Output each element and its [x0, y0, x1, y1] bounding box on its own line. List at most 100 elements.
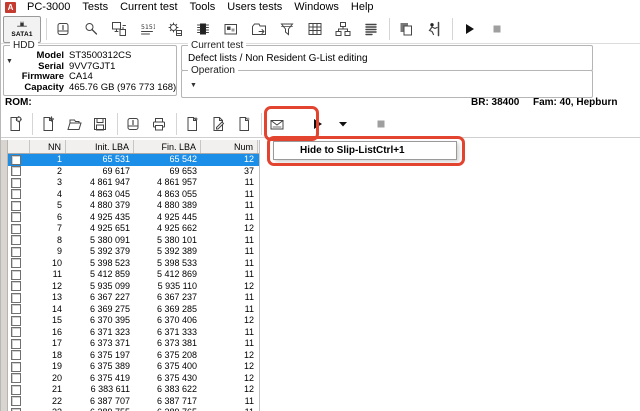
- row-checkbox[interactable]: [11, 396, 21, 406]
- table-row[interactable]: 216 383 6116 383 62212: [8, 384, 259, 396]
- table-row[interactable]: 156 370 3956 370 40612: [8, 315, 259, 327]
- row-checkbox[interactable]: [11, 189, 21, 199]
- table-row[interactable]: 95 392 3795 392 38911: [8, 246, 259, 258]
- table-row[interactable]: 54 880 3794 880 38911: [8, 200, 259, 212]
- table-row[interactable]: 269 61769 65337: [8, 166, 259, 178]
- service-data-button[interactable]: [162, 16, 188, 42]
- row-checkbox[interactable]: [11, 373, 21, 383]
- row-checkbox-cell: [8, 361, 30, 373]
- menu-current-test[interactable]: Current test: [114, 0, 183, 15]
- table-row[interactable]: 165 53165 54212: [8, 154, 259, 166]
- drive-data-button[interactable]: [121, 111, 145, 136]
- row-checkbox[interactable]: [11, 258, 21, 268]
- table-row[interactable]: 196 375 3896 375 40012: [8, 361, 259, 373]
- table-row[interactable]: 186 375 1976 375 20812: [8, 350, 259, 362]
- row-checkbox[interactable]: [11, 212, 21, 222]
- row-checkbox-cell: [8, 338, 30, 350]
- current-test-title: Current test: [188, 40, 246, 51]
- column-header-init-lba[interactable]: Init. LBA: [66, 140, 134, 153]
- run-operation-button[interactable]: [305, 111, 329, 136]
- chip-icon: [195, 21, 211, 37]
- table-row[interactable]: 166 371 3236 371 33311: [8, 327, 259, 339]
- print-button[interactable]: [147, 111, 171, 136]
- table-row[interactable]: 236 389 7556 389 76511: [8, 407, 259, 411]
- row-checkbox[interactable]: [11, 362, 21, 372]
- row-checkbox[interactable]: [11, 235, 21, 245]
- table-row[interactable]: 34 861 9474 861 95711: [8, 177, 259, 189]
- row-checkbox[interactable]: [11, 166, 21, 176]
- table-row[interactable]: 136 367 2276 367 23711: [8, 292, 259, 304]
- row-checkbox[interactable]: [11, 293, 21, 303]
- row-checkbox[interactable]: [11, 224, 21, 234]
- tests-filter-button[interactable]: [274, 16, 300, 42]
- start-test-button[interactable]: [456, 16, 482, 42]
- row-checkbox[interactable]: [11, 339, 21, 349]
- cell-nn: 23: [30, 407, 66, 411]
- stop-operation-button[interactable]: [369, 111, 393, 136]
- edit-report-button[interactable]: [206, 111, 230, 136]
- table-row[interactable]: 64 925 4354 925 44511: [8, 212, 259, 224]
- operation-dropdown-icon[interactable]: ▼: [190, 82, 197, 89]
- column-header-num[interactable]: Num: [201, 140, 258, 153]
- row-checkbox[interactable]: [11, 247, 21, 257]
- create-report-button[interactable]: [180, 111, 204, 136]
- row-checkbox[interactable]: [11, 304, 21, 314]
- menu-item-hide-to-slip-list[interactable]: Hide to Slip-ListCtrl+1: [274, 142, 456, 159]
- row-checkbox[interactable]: [11, 350, 21, 360]
- cell-num: 12: [201, 281, 258, 293]
- row-checkbox[interactable]: [11, 385, 21, 395]
- table-row[interactable]: 85 380 0915 380 10111: [8, 235, 259, 247]
- table-row[interactable]: 115 412 8595 412 86911: [8, 269, 259, 281]
- menu-tests[interactable]: Tests: [76, 0, 114, 15]
- toolbar-separator: [389, 18, 390, 40]
- menu-pc-3000[interactable]: PC-3000: [21, 0, 76, 15]
- menu-tools[interactable]: Tools: [184, 0, 222, 15]
- row-checkbox-cell: [8, 304, 30, 316]
- table-row[interactable]: 74 925 6514 925 66212: [8, 223, 259, 235]
- menu-users-tests[interactable]: Users tests: [221, 0, 288, 15]
- drive-id-button[interactable]: 5151: [134, 16, 160, 42]
- search-button[interactable]: [78, 16, 104, 42]
- drive-resources-button[interactable]: [218, 16, 244, 42]
- copies-button[interactable]: [393, 16, 419, 42]
- utility-loading-button[interactable]: [106, 16, 132, 42]
- export-list-button[interactable]: [265, 111, 289, 136]
- table-row[interactable]: 105 398 5235 398 53311: [8, 258, 259, 270]
- row-checkbox[interactable]: [11, 327, 21, 337]
- report-button[interactable]: [358, 16, 384, 42]
- exit-test-button[interactable]: [421, 16, 447, 42]
- table-row[interactable]: 206 375 4196 375 43012: [8, 373, 259, 385]
- row-checkbox[interactable]: [11, 155, 21, 165]
- run-operation-dropdown-button[interactable]: [331, 111, 355, 136]
- drive-info-button[interactable]: [50, 16, 76, 42]
- surface-map-button[interactable]: [302, 16, 328, 42]
- new-task-button[interactable]: [3, 111, 27, 136]
- stop-test-button[interactable]: [484, 16, 510, 42]
- open-list-button[interactable]: [62, 111, 86, 136]
- row-checkbox[interactable]: [11, 178, 21, 188]
- table-row[interactable]: 146 369 2756 369 28511: [8, 304, 259, 316]
- column-header-nn[interactable]: NN: [30, 140, 66, 153]
- save-list-button[interactable]: [88, 111, 112, 136]
- row-checkbox[interactable]: [11, 270, 21, 280]
- open-resource-button[interactable]: [246, 16, 272, 42]
- menu-windows[interactable]: Windows: [288, 0, 345, 15]
- add-record-button[interactable]: [36, 111, 60, 136]
- column-header-fin-lba[interactable]: Fin. LBA: [134, 140, 201, 153]
- rom-chip-button[interactable]: [190, 16, 216, 42]
- table-row[interactable]: 226 387 7076 387 71711: [8, 396, 259, 408]
- table-row[interactable]: 125 935 0995 935 11012: [8, 281, 259, 293]
- structure-scheme-button[interactable]: [330, 16, 356, 42]
- row-checkbox[interactable]: [11, 281, 21, 291]
- row-checkbox-cell: [8, 373, 30, 385]
- insert-report-button[interactable]: [232, 111, 256, 136]
- table-row[interactable]: 44 863 0454 863 05511: [8, 189, 259, 201]
- row-checkbox[interactable]: [11, 316, 21, 326]
- menu-help[interactable]: Help: [345, 0, 380, 15]
- column-header-checkbox[interactable]: [8, 140, 30, 153]
- row-checkbox[interactable]: [11, 201, 21, 211]
- port-sata1-button[interactable]: SATA1: [3, 16, 41, 43]
- grid-icon: [307, 21, 323, 37]
- cell-fin-lba: 6 389 765: [134, 407, 201, 411]
- table-row[interactable]: 176 373 3716 373 38111: [8, 338, 259, 350]
